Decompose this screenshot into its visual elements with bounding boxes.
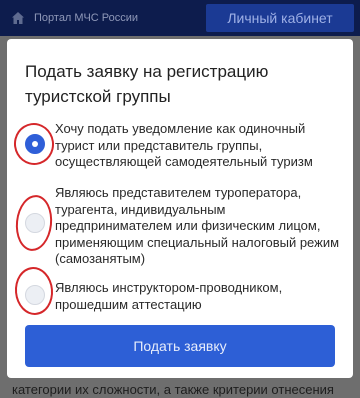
personal-cabinet-button[interactable]: Личный кабинет	[206, 4, 354, 32]
option-instructor[interactable]: Являюсь инструктором-проводником, прошед…	[7, 279, 353, 319]
option-tour-operator[interactable]: Являюсь представителем туроператора, тур…	[7, 183, 353, 269]
background-text: категории их сложности, а также критерии…	[12, 382, 334, 397]
portal-name[interactable]: Портал МЧС России	[34, 12, 138, 24]
submit-button[interactable]: Подать заявку	[25, 325, 335, 367]
top-bar: Портал МЧС России Личный кабинет	[0, 0, 360, 36]
option-label[interactable]: Являюсь представителем туроператора, тур…	[55, 185, 345, 268]
option-single-tourist[interactable]: Хочу подать уведомление как одиночный ту…	[7, 119, 353, 181]
option-label[interactable]: Являюсь инструктором-проводником, прошед…	[55, 280, 345, 313]
option-label[interactable]: Хочу подать уведомление как одиночный ту…	[55, 121, 345, 171]
home-icon[interactable]	[11, 11, 25, 25]
registration-modal: Подать заявку на регистрацию туристской …	[7, 39, 353, 378]
modal-title: Подать заявку на регистрацию туристской …	[25, 62, 269, 106]
